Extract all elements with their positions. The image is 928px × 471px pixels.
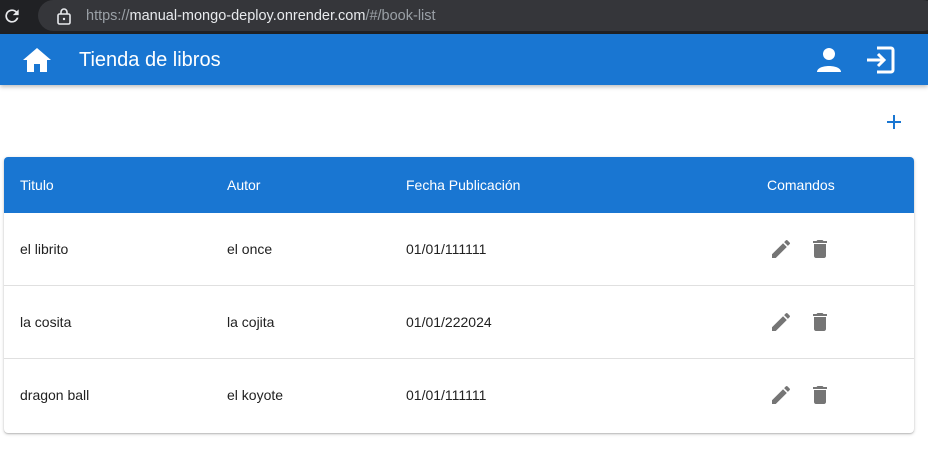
column-header-fecha: Fecha Publicación xyxy=(406,177,521,193)
url-path: /#/book-list xyxy=(365,8,436,24)
pencil-icon[interactable] xyxy=(769,383,793,407)
home-icon[interactable] xyxy=(22,46,52,74)
book-author: el once xyxy=(227,241,273,257)
table-header: Titulo Autor Fecha Publicación Comandos xyxy=(4,157,914,213)
column-header-titulo: Titulo xyxy=(20,177,54,193)
book-author: la cojita xyxy=(227,314,275,330)
pencil-icon[interactable] xyxy=(769,310,793,334)
url-host: manual-mongo-deploy.onrender.com xyxy=(129,8,366,24)
url-text[interactable]: https://manual-mongo-deploy.onrender.com… xyxy=(86,7,436,25)
app-toolbar: Tienda de libros xyxy=(0,34,928,85)
login-exit-icon[interactable] xyxy=(864,45,896,75)
book-date: 01/01/222024 xyxy=(406,314,492,330)
table-row: la cosita la cojita 01/01/222024 xyxy=(4,286,914,359)
table-row: dragon ball el koyote 01/01/111111 xyxy=(4,359,914,432)
book-title: la cosita xyxy=(20,314,72,330)
column-header-autor: Autor xyxy=(227,177,261,193)
trash-icon[interactable] xyxy=(808,310,832,334)
column-header-comandos: Comandos xyxy=(767,177,835,193)
reload-icon[interactable] xyxy=(2,6,22,26)
trash-icon[interactable] xyxy=(808,383,832,407)
book-date: 01/01/111111 xyxy=(406,241,487,257)
pencil-icon[interactable] xyxy=(769,237,793,261)
table-row: el librito el once 01/01/111111 xyxy=(4,213,914,286)
plus-icon[interactable] xyxy=(882,110,906,134)
trash-icon[interactable] xyxy=(808,237,832,261)
url-scheme: https:// xyxy=(86,8,130,24)
lock-icon[interactable] xyxy=(56,7,72,25)
browser-address-bar: https://manual-mongo-deploy.onrender.com… xyxy=(0,0,928,34)
book-title: dragon ball xyxy=(20,387,90,403)
book-title: el librito xyxy=(20,241,69,257)
account-icon[interactable] xyxy=(815,46,843,74)
book-author: el koyote xyxy=(227,387,284,403)
app-title: Tienda de libros xyxy=(79,49,221,71)
book-table: Titulo Autor Fecha Publicación Comandos … xyxy=(4,157,914,433)
book-date: 01/01/111111 xyxy=(406,387,487,403)
